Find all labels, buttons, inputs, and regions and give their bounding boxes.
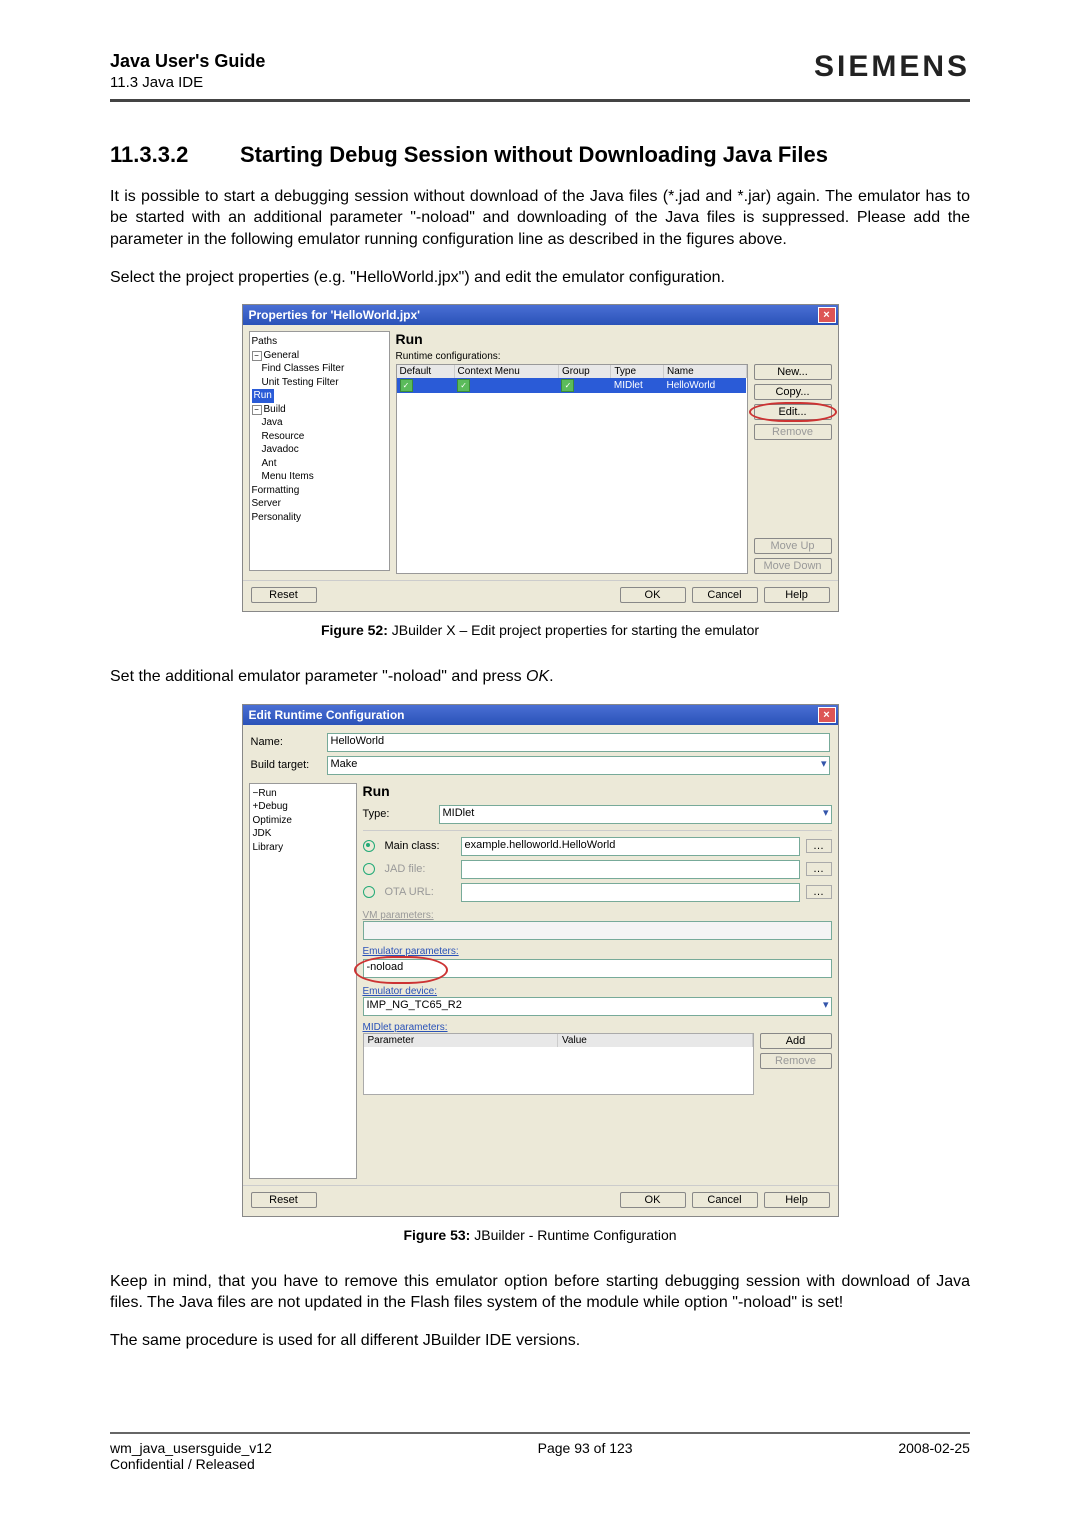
cancel-button[interactable]: Cancel [692,1192,758,1208]
main-class-radio[interactable] [363,840,375,852]
copy-button[interactable]: Copy... [754,384,832,400]
check-icon[interactable]: ✓ [457,379,470,392]
help-button[interactable]: Help [764,1192,830,1208]
emulator-device-label: Emulator device: [363,986,832,997]
move-down-button[interactable]: Move Down [754,558,832,574]
close-icon[interactable]: × [818,307,836,323]
jad-file-radio[interactable] [363,863,375,875]
reset-button[interactable]: Reset [251,1192,317,1208]
footer-doc-id: wm_java_usersguide_v12 [110,1440,272,1456]
emulator-params-label: Emulator parameters: [363,946,832,957]
build-target-label: Build target: [251,759,321,771]
category-tree[interactable]: Paths −General Find Classes Filter Unit … [249,331,390,571]
emulator-device-combo[interactable]: IMP_NG_TC65_R2 [363,997,832,1016]
tree-item: Java [252,416,387,430]
close-icon[interactable]: × [818,707,836,723]
ota-url-label: OTA URL: [385,886,455,898]
remove-button[interactable]: Remove [754,424,832,440]
tree-item: −General [252,349,387,363]
help-button[interactable]: Help [764,587,830,603]
tree-item[interactable]: Optimize [253,815,292,826]
browse-button[interactable]: … [806,885,832,899]
edit-runtime-dialog: Edit Runtime Configuration × Name: Hello… [242,704,839,1217]
doc-subtitle: 11.3 Java IDE [110,73,265,93]
page-footer: wm_java_usersguide_v12 Confidential / Re… [110,1432,970,1472]
vm-params-label: VM parameters: [363,910,832,921]
section-heading: 11.3.3.2Starting Debug Session without D… [110,142,970,168]
table-row[interactable]: ✓ ✓ ✓ MIDlet HelloWorld [397,378,747,393]
dialog-title: Properties for 'HelloWorld.jpx' [249,308,421,322]
pane-title: Run [363,783,832,799]
remove-button[interactable]: Remove [760,1053,832,1069]
tree-item: Javadoc [252,443,387,457]
paragraph-5: The same procedure is used for all diffe… [110,1330,970,1352]
figure-53-caption: Figure 53: JBuilder - Runtime Configurat… [110,1227,970,1243]
section-title: Starting Debug Session without Downloadi… [240,142,828,167]
footer-classification: Confidential / Released [110,1456,272,1472]
tree-item: Find Classes Filter [252,362,387,376]
vm-params-field[interactable] [363,921,832,940]
add-button[interactable]: Add [760,1033,832,1049]
tree-item-run: Run [252,389,387,403]
check-icon[interactable]: ✓ [561,379,574,392]
edit-button[interactable]: Edit... [754,404,832,420]
name-field[interactable]: HelloWorld [327,733,830,752]
jad-file-label: JAD file: [385,863,455,875]
emulator-params-field[interactable]: -noload [363,959,832,978]
tree-item: Formatting [252,484,387,498]
footer-date: 2008-02-25 [898,1440,970,1472]
main-class-field[interactable]: example.helloworld.HelloWorld [461,837,800,856]
paragraph-1: It is possible to start a debugging sess… [110,186,970,251]
tree-item-run[interactable]: Run [258,788,276,799]
tree-item: Ant [252,457,387,471]
check-icon[interactable]: ✓ [400,379,413,392]
tree-item: Paths [252,335,387,349]
build-target-combo[interactable]: Make [327,756,830,775]
page-header: Java User's Guide 11.3 Java IDE SIEMENS [110,50,970,102]
paragraph-2: Select the project properties (e.g. "Hel… [110,267,970,289]
pane-title: Run [396,331,832,347]
section-number: 11.3.3.2 [110,142,240,168]
config-tree[interactable]: −Run +Debug Optimize JDK Library [249,783,357,1179]
midlet-params-table[interactable]: ParameterValue [363,1033,754,1095]
tree-item[interactable]: Debug [258,801,287,812]
doc-title: Java User's Guide [110,50,265,73]
name-label: Name: [251,736,321,748]
tree-item: Server [252,497,387,511]
cancel-button[interactable]: Cancel [692,587,758,603]
dialog-titlebar: Edit Runtime Configuration × [243,705,838,725]
jad-file-field[interactable] [461,860,800,879]
tree-item: Unit Testing Filter [252,376,387,390]
browse-button[interactable]: … [806,862,832,876]
main-class-label: Main class: [385,840,455,852]
ok-button[interactable]: OK [620,587,686,603]
tree-item: Resource [252,430,387,444]
dialog-title: Edit Runtime Configuration [249,708,405,722]
brand-logo: SIEMENS [814,50,970,84]
ota-url-radio[interactable] [363,886,375,898]
tree-item: Personality [252,511,387,525]
tree-item: −Build [252,403,387,417]
properties-dialog: Properties for 'HelloWorld.jpx' × Paths … [242,304,839,612]
browse-button[interactable]: … [806,839,832,853]
figure-52-caption: Figure 52: JBuilder X – Edit project pro… [110,622,970,638]
footer-page-number: Page 93 of 123 [538,1440,633,1472]
ok-button[interactable]: OK [620,1192,686,1208]
reset-button[interactable]: Reset [251,587,317,603]
paragraph-3: Set the additional emulator parameter "-… [110,666,970,688]
paragraph-4: Keep in mind, that you have to remove th… [110,1271,970,1314]
new-button[interactable]: New... [754,364,832,380]
move-up-button[interactable]: Move Up [754,538,832,554]
tree-item[interactable]: JDK [253,828,272,839]
ota-url-field[interactable] [461,883,800,902]
tree-item: Menu Items [252,470,387,484]
midlet-params-label: MIDlet parameters: [363,1022,832,1033]
runtime-config-label: Runtime configurations: [396,351,832,362]
type-combo[interactable]: MIDlet [439,805,832,824]
type-label: Type: [363,808,433,820]
runtime-config-table[interactable]: Default Context Menu Group Type Name ✓ ✓… [396,364,748,574]
dialog-titlebar: Properties for 'HelloWorld.jpx' × [243,305,838,325]
tree-item[interactable]: Library [253,842,284,853]
